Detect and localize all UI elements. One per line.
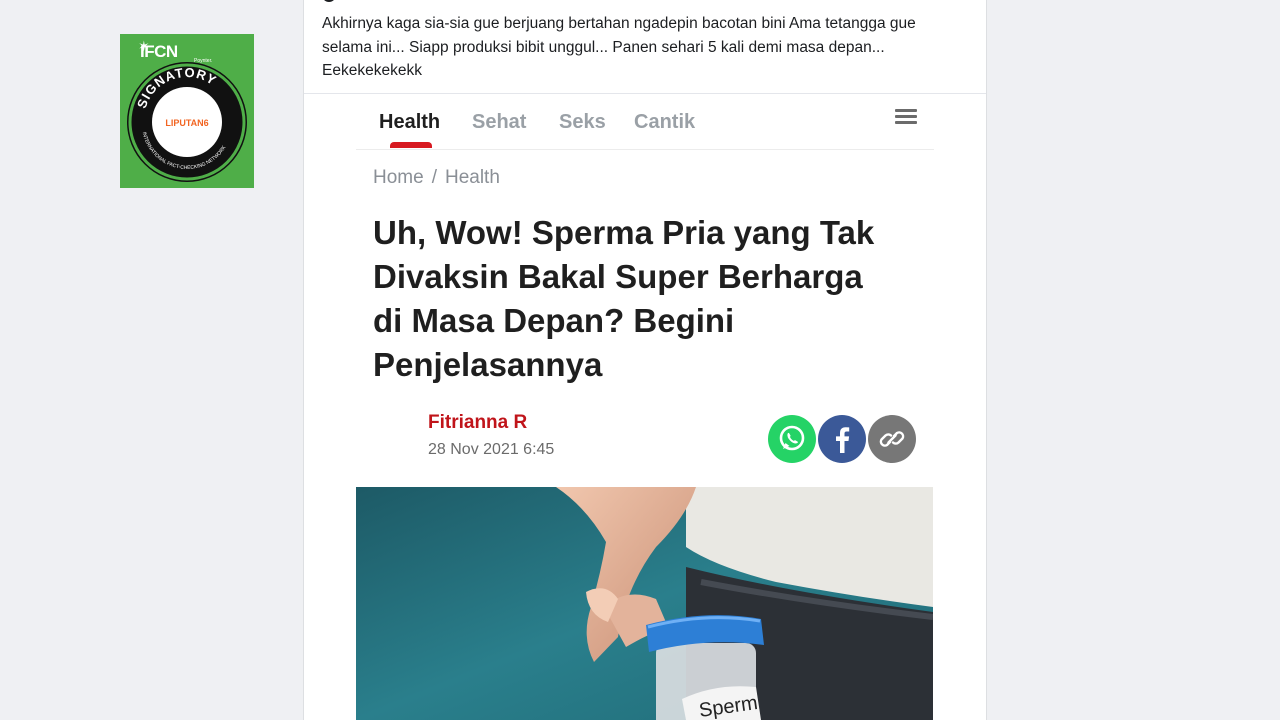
post-card: Akhirnya kaga sia-sia gue berjuang berta… [303, 0, 987, 720]
breadcrumb-home[interactable]: Home [373, 167, 424, 188]
hamburger-menu-icon[interactable] [895, 109, 917, 127]
copy-link-button[interactable] [868, 415, 916, 463]
article-nav: Health Sehat Seks Cantik [356, 94, 934, 150]
nav-item-health[interactable]: Health [379, 111, 440, 134]
whatsapp-share-button[interactable] [768, 415, 816, 463]
article-author[interactable]: Fitrianna R [428, 412, 527, 434]
breadcrumb-separator: / [431, 167, 437, 188]
nav-item-sehat[interactable]: Sehat [472, 111, 526, 134]
article-screenshot[interactable]: Health Sehat Seks Cantik Home / Health Uh,… [356, 94, 934, 720]
article-date: 28 Nov 2021 6:45 [428, 441, 555, 458]
article-hero-image: Sperm [356, 487, 933, 720]
article-headline: Uh, Wow! Sperma Pria yang Tak Divaksin B… [373, 214, 875, 383]
breadcrumb: Home / Health [373, 167, 500, 189]
post-text: Akhirnya kaga sia-sia gue berjuang berta… [322, 15, 916, 79]
ifcn-signatory-badge: SIGNATORY INTERNATIONAL FACT-CHECKING NE… [120, 34, 254, 188]
nav-item-seks[interactable]: Seks [559, 111, 606, 134]
nav-item-cantik[interactable]: Cantik [634, 111, 695, 134]
avatar-edge [322, 0, 336, 2]
breadcrumb-current[interactable]: Health [445, 167, 500, 188]
link-icon [868, 415, 916, 463]
active-tab-indicator [390, 142, 432, 148]
badge-ifcn-text: IFCN [140, 42, 178, 61]
badge-poynter-text: Poynter. [194, 58, 213, 64]
facebook-icon [818, 415, 866, 463]
whatsapp-icon [768, 415, 816, 463]
badge-center-text: LIPUTAN6 [165, 118, 208, 128]
facebook-share-button[interactable] [818, 415, 866, 463]
